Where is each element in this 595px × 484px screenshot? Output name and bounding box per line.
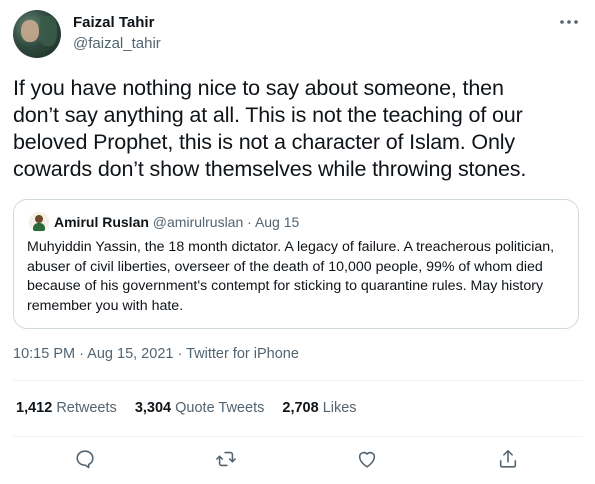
like-button[interactable]: [354, 446, 380, 472]
quoted-tweet-header: Amirul Ruslan @amirulruslan · Aug 15: [54, 214, 299, 230]
retweets-stat[interactable]: 1,412 Retweets: [16, 400, 117, 416]
likes-count: 2,708: [282, 400, 319, 416]
quoted-tweet[interactable]: Amirul Ruslan @amirulruslan · Aug 15 Muh…: [13, 199, 579, 329]
quoted-meta-separator: ·: [243, 214, 255, 230]
retweets-count: 1,412: [16, 400, 53, 416]
author-name[interactable]: Faizal Tahir: [73, 14, 154, 31]
quoted-author-avatar: [29, 212, 49, 232]
share-icon: [499, 449, 517, 468]
divider: [13, 380, 583, 381]
quote-tweets-label: Quote Tweets: [175, 400, 265, 416]
share-button[interactable]: [495, 446, 521, 472]
quoted-author-handle: @amirulruslan: [152, 214, 244, 230]
author-avatar[interactable]: [13, 10, 61, 58]
tweet-time[interactable]: 10:15 PM: [13, 346, 75, 362]
reply-icon: [76, 450, 94, 469]
engagement-stats: 1,412 Retweets 3,304 Quote Tweets 2,708 …: [16, 400, 371, 416]
quoted-author-name: Amirul Ruslan: [54, 214, 149, 230]
retweets-label: Retweets: [56, 400, 117, 416]
timestamp-separator: ·: [173, 346, 187, 362]
quoted-tweet-text: Muhyiddin Yassin, the 18 month dictator.…: [27, 239, 555, 314]
likes-stat[interactable]: 2,708 Likes: [282, 400, 356, 416]
quote-tweets-stat[interactable]: 3,304 Quote Tweets: [135, 400, 265, 416]
quote-tweets-count: 3,304: [134, 400, 172, 416]
tweet: Faizal Tahir @faizal_tahir If you have n…: [0, 0, 595, 484]
retweet-button[interactable]: [213, 446, 239, 472]
likes-label: Likes: [322, 400, 357, 416]
reply-button[interactable]: [72, 446, 98, 472]
quoted-tweet-date: Aug 15: [254, 214, 300, 230]
tweet-date[interactable]: Aug 15, 2021: [87, 346, 173, 362]
heart-icon: [358, 451, 376, 468]
tweet-source[interactable]: Twitter for iPhone: [186, 346, 299, 362]
divider: [13, 436, 583, 437]
tweet-actions: [0, 446, 595, 472]
tweet-text: If you have nothing nice to say about so…: [13, 76, 527, 181]
tweet-timestamp: 10:15 PM · Aug 15, 2021 · Twitter for iP…: [13, 346, 299, 362]
timestamp-separator: ·: [75, 346, 88, 362]
author-handle[interactable]: @faizal_tahir: [73, 35, 161, 52]
retweet-icon: [216, 451, 236, 467]
more-horizontal-icon[interactable]: [557, 12, 581, 32]
